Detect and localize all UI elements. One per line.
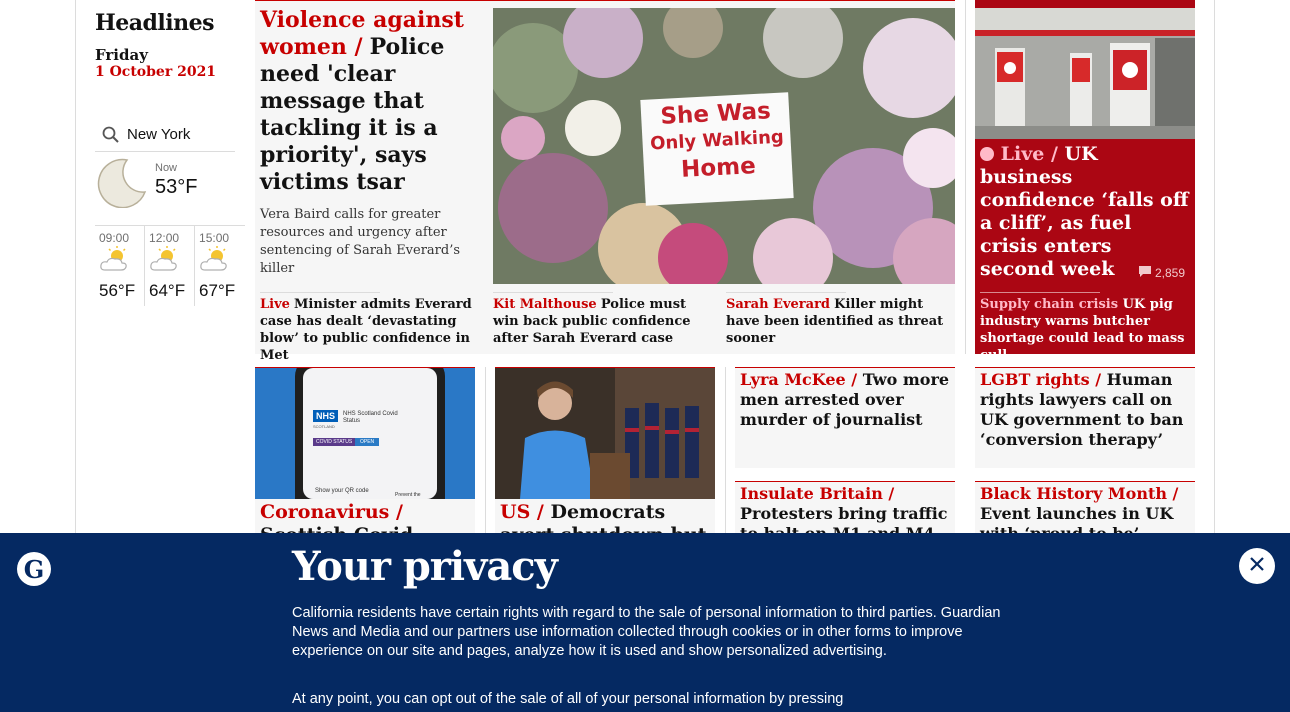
fuel-station-image[interactable] bbox=[975, 8, 1195, 139]
forecast-item: 15:00 67°F bbox=[195, 226, 245, 306]
story-kicker: Lyra McKee / bbox=[740, 370, 858, 389]
story-kicker: Insulate Britain / bbox=[740, 484, 895, 503]
story-card-lyra-mckee[interactable]: Lyra McKee / Two more men arrested over … bbox=[735, 367, 955, 468]
memorial-sign: She Was Only Walking Home bbox=[643, 96, 791, 185]
live-sub-kicker: Supply chain crisis bbox=[980, 297, 1119, 312]
sub-divider bbox=[726, 292, 846, 293]
now-temp: 53°F bbox=[155, 176, 198, 198]
forecast-temp: 64°F bbox=[149, 281, 186, 300]
qr-label: Show your QR code bbox=[315, 488, 369, 494]
privacy-title: Your privacy bbox=[292, 543, 558, 590]
partly-cloudy-icon bbox=[99, 246, 133, 272]
forecast-temp: 67°F bbox=[199, 281, 236, 300]
section-title[interactable]: Headlines bbox=[95, 10, 240, 36]
partly-cloudy-icon bbox=[149, 246, 183, 272]
forecast-item: 09:00 56°F bbox=[95, 226, 146, 306]
live-sublink[interactable]: Supply chain crisis UK pig industry warn… bbox=[980, 296, 1190, 364]
phone-title: NHS Scotland Covid Status bbox=[343, 411, 398, 424]
search-icon bbox=[101, 125, 121, 145]
pelosi-image[interactable] bbox=[495, 368, 715, 499]
weather-location[interactable]: New York bbox=[127, 126, 190, 143]
weather-location-search[interactable]: New York bbox=[95, 118, 235, 152]
weather-now: Now 53°F bbox=[95, 156, 235, 222]
nhs-sub: SCOTLAND bbox=[313, 424, 335, 429]
forecast-temp: 56°F bbox=[99, 281, 136, 300]
phone-screen: NHS SCOTLAND NHS Scotland Covid Status C… bbox=[307, 374, 433, 498]
story-kicker: Coronavirus / bbox=[260, 501, 403, 523]
comment-count-value: 2,859 bbox=[1154, 266, 1185, 280]
sub-divider bbox=[980, 292, 1100, 293]
forecast-item: 12:00 64°F bbox=[145, 226, 196, 306]
lead-standfirst: Vera Baird calls for greater resources a… bbox=[260, 207, 461, 276]
nhs-logo: NHS bbox=[313, 410, 339, 422]
sublink-kicker: Sarah Everard bbox=[726, 297, 831, 312]
guardian-logo-icon: G bbox=[16, 551, 52, 587]
open-pill: OPEN bbox=[355, 438, 380, 446]
partly-cloudy-icon bbox=[199, 246, 233, 272]
column-divider bbox=[965, 0, 966, 354]
weather-forecast: 09:00 56°F 12:00 64°F 15:00 67°F bbox=[95, 225, 245, 306]
story-headline-link[interactable]: Lyra McKee / Two more men arrested over … bbox=[740, 370, 952, 430]
sublink-2[interactable]: Kit Malthouse Police must win back publi… bbox=[493, 296, 713, 347]
sublink-kicker: Live bbox=[260, 297, 290, 312]
sub-divider bbox=[260, 292, 380, 293]
privacy-body: California residents have certain rights… bbox=[292, 605, 1001, 659]
forecast-time: 09:00 bbox=[99, 231, 130, 245]
covid-status-pill: COVID STATUS bbox=[313, 438, 356, 446]
sub-divider bbox=[493, 292, 613, 293]
sublink-kicker: Kit Malthouse bbox=[493, 297, 597, 312]
section-header: Headlines Friday 1 October 2021 bbox=[95, 0, 240, 80]
close-icon bbox=[1249, 556, 1265, 576]
svg-text:G: G bbox=[24, 555, 45, 584]
story-kicker: Black History Month / bbox=[980, 484, 1179, 503]
live-label: Live / bbox=[1000, 143, 1058, 165]
moon-icon bbox=[95, 156, 147, 209]
live-story-card[interactable]: Live / UK business confidence ‘falls off… bbox=[975, 0, 1195, 363]
now-label: Now bbox=[155, 162, 178, 174]
prevent-label: Prevent the bbox=[395, 492, 421, 498]
story-kicker: LGBT rights / bbox=[980, 370, 1102, 389]
forecast-time: 12:00 bbox=[149, 231, 180, 245]
sublink-1[interactable]: Live Minister admits Everard case has de… bbox=[260, 296, 480, 364]
live-headline-link[interactable]: Live / UK business confidence ‘falls off… bbox=[980, 143, 1190, 281]
lead-story-card[interactable]: Violence against women / Police need 'cl… bbox=[255, 0, 955, 363]
close-button[interactable] bbox=[1239, 548, 1275, 584]
sublink-text: Minister admits Everard case has dealt ‘… bbox=[260, 297, 472, 363]
comment-icon bbox=[1138, 266, 1151, 280]
date-full: 1 October 2021 bbox=[95, 64, 217, 80]
story-headline-link[interactable]: LGBT rights / Human rights lawyers call … bbox=[980, 370, 1192, 450]
date-day: Friday bbox=[95, 46, 148, 64]
lead-headline-link[interactable]: Violence against women / Police need 'cl… bbox=[260, 7, 485, 196]
live-pulse-icon bbox=[980, 147, 994, 161]
sublink-3[interactable]: Sarah Everard Killer might have been ide… bbox=[726, 296, 946, 347]
story-card-lgbt[interactable]: LGBT rights / Human rights lawyers call … bbox=[975, 367, 1195, 468]
privacy-body-2: At any point, you can opt out of the sal… bbox=[292, 691, 844, 707]
phone-image[interactable]: NHS SCOTLAND NHS Scotland Covid Status C… bbox=[255, 368, 475, 499]
lead-image[interactable]: She Was Only Walking Home bbox=[493, 8, 955, 284]
comment-count[interactable]: 2,859 bbox=[1138, 266, 1185, 280]
privacy-banner: G Your privacy California residents have… bbox=[0, 533, 1290, 712]
forecast-time: 15:00 bbox=[199, 231, 230, 245]
story-kicker: US / bbox=[500, 501, 544, 523]
